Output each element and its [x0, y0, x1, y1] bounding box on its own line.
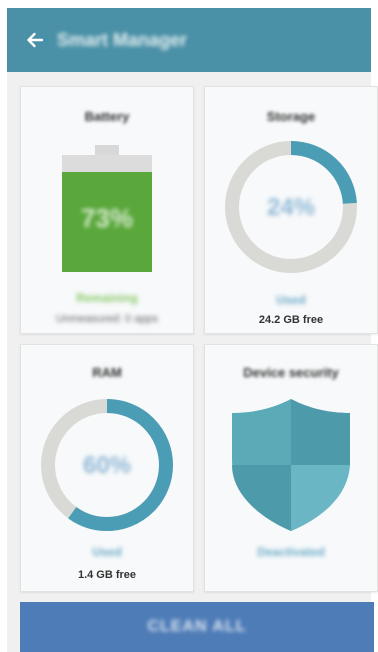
storage-title: Storage	[266, 109, 316, 124]
storage-free: 24.2 GB free	[258, 314, 324, 326]
shield-icon	[232, 399, 350, 531]
clean-all-label: CLEAN ALL	[147, 618, 247, 635]
battery-card[interactable]: Battery 73% Remaining Unmeasured: 0 apps	[20, 86, 194, 334]
ram-title: RAM	[92, 365, 122, 380]
security-title: Device security	[243, 365, 339, 380]
ram-percent: 60%	[82, 452, 132, 479]
device-security-card[interactable]: Device security Deactivated	[204, 344, 378, 592]
back-arrow-icon[interactable]	[13, 8, 57, 72]
ram-status: Used	[92, 545, 122, 559]
clean-all-button[interactable]: CLEAN ALL	[20, 602, 374, 652]
storage-card[interactable]: Storage 24% Used 24.2 GB free	[204, 86, 378, 334]
storage-percent: 24%	[266, 194, 316, 221]
app-bar: Smart Manager	[7, 8, 371, 72]
battery-percent: 73%	[80, 203, 134, 233]
battery-status: Remaining	[76, 291, 138, 305]
page-title: Smart Manager	[57, 29, 188, 50]
ram-free: 1.4 GB free	[77, 569, 137, 581]
battery-icon: 73%	[62, 145, 152, 272]
battery-title: Battery	[84, 109, 130, 124]
ram-card[interactable]: RAM 60% Used 1.4 GB free	[20, 344, 194, 592]
storage-status: Used	[276, 293, 306, 307]
security-status: Deactivated	[257, 545, 325, 559]
battery-time: Unmeasured: 0 apps	[55, 313, 159, 325]
dashboard: Battery 73% Remaining Unmeasured: 0 apps…	[7, 72, 378, 652]
